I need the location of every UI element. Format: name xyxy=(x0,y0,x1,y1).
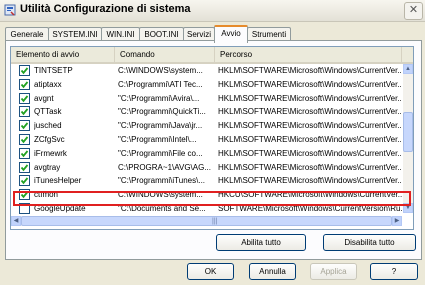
column-header-comando[interactable]: Comando xyxy=(115,47,215,62)
startup-item-name: avgnt xyxy=(34,93,54,103)
scroll-up-button[interactable]: ▲ xyxy=(403,64,413,74)
window-title: Utilità Configurazione di sistema xyxy=(20,3,191,15)
list-item[interactable]: QTTask "C:\Programmi\QuickTi... HKLM\SOFTW… xyxy=(11,105,402,118)
startup-item-path: HKLM\SOFTWARE\Microsoft\Windows\CurrentV… xyxy=(218,148,402,158)
enable-checkbox[interactable] xyxy=(19,134,30,145)
startup-item-command: C:\WINDOWS\system... xyxy=(118,66,203,75)
startup-item-name: ZCfgSvc xyxy=(34,135,65,144)
checkmark-icon xyxy=(20,136,29,144)
enable-checkbox[interactable] xyxy=(19,65,30,76)
checkmark-icon xyxy=(20,164,29,171)
startup-item-command: "C:\Programmi\Avira\... xyxy=(118,93,200,103)
startup-item-name: atiptaxx xyxy=(34,79,62,89)
column-header-elemento[interactable]: Elemento di avvio xyxy=(11,47,115,62)
startup-item-path: HKLM\SOFTWARE\Microsoft\Windows\CurrentV… xyxy=(218,176,402,186)
tab-avvio[interactable]: Avvio xyxy=(214,25,248,43)
checkmark-icon xyxy=(20,177,29,185)
highlight-box-googleupdate xyxy=(13,191,411,206)
title-bar: Utilità Configurazione di sistema ✕ xyxy=(0,0,425,22)
startup-item-name: TINTSETP xyxy=(34,66,73,75)
scroll-left-button[interactable]: ◀ xyxy=(11,216,21,226)
tab-boot-ini[interactable]: BOOT.INI xyxy=(139,27,184,41)
arrow-up-icon: ▲ xyxy=(405,66,411,72)
checkmark-icon xyxy=(20,95,29,102)
tab-strumenti[interactable]: Strumenti xyxy=(247,27,291,41)
startup-item-command: "C:\Programmi\QuickTi... xyxy=(118,107,206,117)
checkmark-icon xyxy=(20,122,29,130)
list-item[interactable]: iTunesHelper "C:\Programmi\iTunes\... HKLM… xyxy=(11,174,402,187)
list-item[interactable]: jusched "C:\Programmi\Java\jr... HKLM\SOFT… xyxy=(11,119,402,132)
scroll-right-button[interactable]: ▶ xyxy=(392,216,402,226)
startup-item-path: HKLM\SOFTWARE\Microsoft\Windows\CurrentV… xyxy=(218,135,402,144)
column-header-percorso[interactable]: Percorso xyxy=(215,47,402,62)
enable-checkbox[interactable] xyxy=(19,147,30,159)
enable-checkbox[interactable] xyxy=(19,106,30,118)
tab-servizi[interactable]: Servizi xyxy=(183,27,215,41)
horizontal-scrollbar[interactable]: ◀ ||| ▶ xyxy=(11,216,402,226)
enable-checkbox[interactable] xyxy=(19,120,30,132)
tab-system-ini[interactable]: SYSTEM.INI xyxy=(48,27,102,41)
startup-item-name: iTunesHelper xyxy=(34,176,82,186)
close-icon: ✕ xyxy=(408,4,419,16)
checkmark-icon xyxy=(20,108,29,116)
startup-item-command: C:\Programmi\ATI Tec... xyxy=(118,79,203,89)
startup-item-command: "C:\Programmi\iTunes\... xyxy=(118,176,206,186)
startup-item-name: jusched xyxy=(34,121,62,131)
help-button[interactable]: ? xyxy=(370,263,418,280)
list-item[interactable]: avgtray C:\PROGRA~1\AVG\AG... HKLM\SOFTWAR… xyxy=(11,161,402,174)
list-header: Elemento di avvio Comando Percorso xyxy=(11,47,413,64)
grip-icon: ||| xyxy=(212,218,218,225)
list-item[interactable]: atiptaxx C:\Programmi\ATI Tec... HKLM\SOFT… xyxy=(11,78,402,91)
startup-item-path: HKLM\SOFTWARE\Microsoft\Windows\CurrentV… xyxy=(218,162,402,172)
vertical-scroll-thumb[interactable] xyxy=(403,112,413,152)
startup-item-command: "C:\Programmi\Intel\... xyxy=(118,135,197,144)
disable-all-button[interactable]: Disabilita tutto xyxy=(323,234,416,251)
startup-item-name: avgtray xyxy=(34,162,61,172)
enable-all-button[interactable]: Abilita tutto xyxy=(216,234,306,251)
list-item[interactable]: avgnt "C:\Programmi\Avira\... HKLM\SOFTWAR… xyxy=(11,92,402,105)
startup-item-command: "C:\Programmi\Java\jr... xyxy=(118,121,203,131)
startup-item-path: HKLM\SOFTWARE\Microsoft\Windows\CurrentV… xyxy=(218,107,402,117)
startup-item-command: C:\PROGRA~1\AVG\AG... xyxy=(118,162,211,172)
arrow-left-icon: ◀ xyxy=(13,218,19,224)
list-item[interactable]: iFrmewrk "C:\Programmi\File co... HKLM\SOF… xyxy=(11,147,402,160)
cancel-button[interactable]: Annulla xyxy=(249,263,296,280)
tab-generale[interactable]: Generale xyxy=(5,27,49,41)
startup-item-path: HKLM\SOFTWARE\Microsoft\Windows\CurrentV… xyxy=(218,79,402,89)
horizontal-scroll-thumb[interactable]: ||| xyxy=(21,216,392,226)
startup-item-path: HKLM\SOFTWARE\Microsoft\Windows\CurrentV… xyxy=(218,93,402,103)
enable-checkbox[interactable] xyxy=(19,161,30,173)
enable-checkbox[interactable] xyxy=(19,78,30,90)
startup-item-name: QTTask xyxy=(34,107,62,117)
list-item[interactable]: TINTSETP C:\WINDOWS\system... HKLM\SOFTWAR… xyxy=(11,64,402,77)
startup-item-name: iFrmewrk xyxy=(34,148,67,158)
enable-checkbox[interactable] xyxy=(19,92,30,104)
startup-item-path: HKLM\SOFTWARE\Microsoft\Windows\CurrentV… xyxy=(218,66,402,75)
tab-win-ini[interactable]: WIN.INI xyxy=(101,27,140,41)
startup-item-command: "C:\Programmi\File co... xyxy=(118,148,203,158)
checkmark-icon xyxy=(20,67,29,75)
checkmark-icon xyxy=(20,81,29,88)
startup-item-path: HKLM\SOFTWARE\Microsoft\Windows\CurrentV… xyxy=(218,121,402,131)
arrow-right-icon: ▶ xyxy=(394,218,400,224)
apply-button[interactable]: Applica xyxy=(310,263,357,280)
list-item[interactable]: ZCfgSvc "C:\Programmi\Intel\... HKLM\SOFTW… xyxy=(11,133,402,146)
enable-checkbox[interactable] xyxy=(19,175,30,187)
ok-button[interactable]: OK xyxy=(187,263,234,280)
msconfig-app-icon xyxy=(4,4,16,16)
close-button[interactable]: ✕ xyxy=(404,2,423,20)
checkmark-icon xyxy=(20,150,29,157)
